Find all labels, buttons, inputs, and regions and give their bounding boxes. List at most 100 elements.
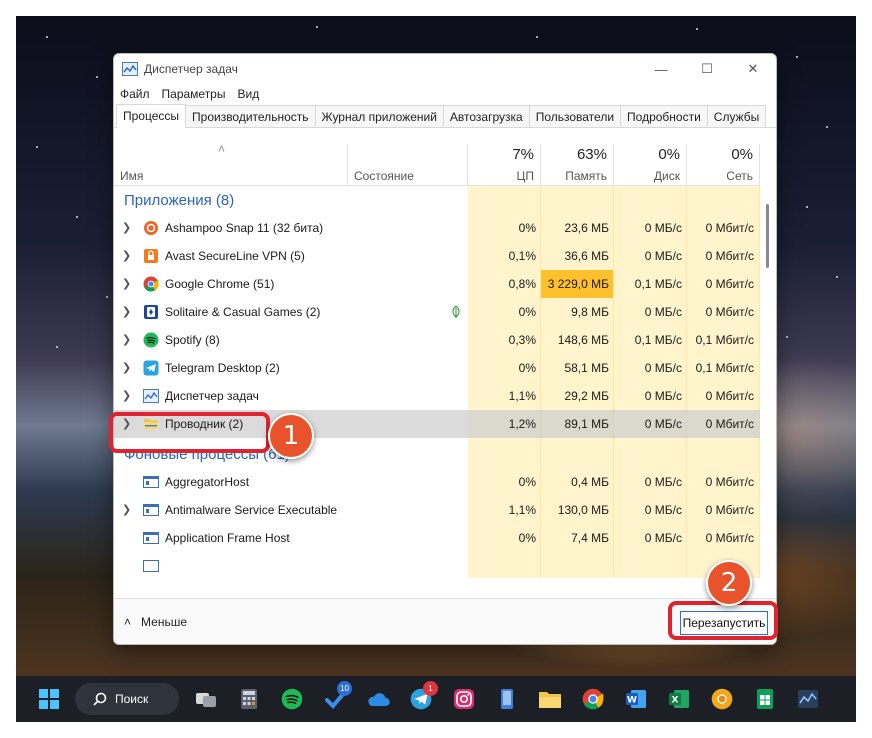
process-memory: 9,8 МБ [571, 305, 609, 319]
maximize-button[interactable]: ☐ [684, 54, 730, 84]
start-button[interactable] [32, 682, 66, 716]
chrome-taskbar-button[interactable] [576, 682, 610, 716]
memory-label: Память [565, 169, 607, 183]
title-bar[interactable]: Диспетчер задач — ☐ ✕ [114, 54, 776, 84]
task-manager-icon [143, 389, 159, 403]
process-row[interactable]: ❯ Google Chrome (51) 0,8% 3 229,0 МБ 0,1… [114, 270, 760, 298]
onedrive-button[interactable] [361, 682, 395, 716]
process-row[interactable]: AggregatorHost 0% 0,4 МБ 0 МБ/с 0 Мбит/с [114, 468, 760, 496]
disk-label: Диск [653, 169, 680, 183]
process-row[interactable]: ❯ Ashampoo Snap 11 (32 бита) 0% 23,6 МБ … [114, 214, 760, 242]
process-row[interactable]: ❯ Avast SecureLine VPN (5) 0,1% 36,6 МБ … [114, 242, 760, 270]
highlight-restart-button [668, 601, 778, 640]
efficiency-mode-leaf-icon [451, 305, 461, 322]
telegram-taskbar-button[interactable]: 1 [404, 681, 438, 716]
calculator-button[interactable] [232, 682, 266, 716]
group-title-apps: Приложения (8) [124, 192, 235, 209]
phone-link-button[interactable] [490, 682, 524, 716]
scrollbar-thumb[interactable] [766, 204, 769, 268]
process-memory: 130,0 МБ [557, 503, 609, 517]
taskbar: Поиск 10 1 W X [16, 676, 856, 722]
tab-services[interactable]: Службы [706, 105, 767, 127]
sheets-button[interactable] [748, 682, 782, 716]
process-network: 0 Мбит/с [705, 277, 754, 291]
column-header-name[interactable]: ˄ Имя [114, 142, 348, 186]
column-header-status[interactable]: Состояние [348, 144, 468, 186]
word-button[interactable]: W [619, 682, 653, 716]
column-header-network[interactable]: 0% Сеть [687, 144, 760, 186]
tab-users[interactable]: Пользователи [528, 105, 622, 127]
menu-view[interactable]: Вид [237, 87, 259, 101]
process-row-partial[interactable] [114, 552, 760, 578]
process-row[interactable]: ❯ Диспетчер задач 1,1% 29,2 МБ 0 МБ/с 0 … [114, 382, 760, 410]
process-cpu: 0% [518, 221, 536, 235]
folder-icon [539, 692, 561, 708]
chrome-canary-button[interactable] [705, 682, 739, 716]
expand-chevron-icon[interactable]: ❯ [122, 249, 131, 262]
tab-app-history[interactable]: Журнал приложений [314, 105, 444, 127]
menu-file[interactable]: Файл [120, 87, 150, 101]
menu-bar: Файл Параметры Вид [114, 84, 776, 104]
task-manager-icon [798, 690, 818, 708]
expand-chevron-icon[interactable]: ❯ [122, 361, 131, 374]
task-view-icon [196, 693, 216, 707]
search-icon [93, 692, 107, 706]
process-row[interactable]: ❯ Telegram Desktop (2) 0% 58,1 МБ 0 МБ/с… [114, 354, 760, 382]
tab-startup[interactable]: Автозагрузка [442, 105, 530, 127]
task-view-button[interactable] [189, 682, 223, 716]
process-memory: 23,6 МБ [564, 221, 609, 235]
column-header-disk[interactable]: 0% Диск [614, 144, 687, 186]
todo-button[interactable]: 10 [318, 681, 352, 716]
expand-chevron-icon[interactable]: ❯ [122, 503, 131, 516]
column-status-label: Состояние [354, 169, 414, 183]
close-button[interactable]: ✕ [730, 54, 776, 84]
process-cpu: 1,1% [508, 389, 536, 403]
cpu-total: 7% [512, 146, 534, 163]
minimize-button[interactable]: — [638, 54, 684, 84]
process-cpu: 0% [518, 305, 536, 319]
expand-chevron-icon[interactable]: ❯ [122, 277, 131, 290]
taskbar-search[interactable]: Поиск [75, 683, 179, 715]
expand-chevron-icon[interactable]: ❯ [122, 305, 131, 318]
file-explorer-button[interactable] [533, 682, 567, 716]
task-manager-taskbar-button[interactable] [791, 682, 825, 716]
expand-chevron-icon[interactable]: ❯ [122, 333, 131, 346]
process-network: 0 Мбит/с [705, 417, 754, 431]
spotify-taskbar-button[interactable] [275, 682, 309, 716]
expand-chevron-icon[interactable]: ❯ [122, 389, 131, 402]
menu-options[interactable]: Параметры [162, 87, 226, 101]
window-title: Диспетчер задач [144, 62, 238, 76]
group-header-apps: Приложения (8) [114, 186, 760, 214]
process-disk: 0 МБ/с [644, 531, 682, 545]
process-row[interactable]: Application Frame Host 0% 7,4 МБ 0 МБ/с … [114, 524, 760, 552]
vertical-scrollbar[interactable] [762, 186, 774, 578]
process-disk: 0 МБ/с [644, 249, 682, 263]
tab-details[interactable]: Подробности [620, 105, 708, 127]
process-disk: 0 МБ/с [644, 475, 682, 489]
process-cpu: 1,1% [508, 503, 536, 517]
column-header-memory[interactable]: 63% Память [541, 144, 614, 186]
process-network: 0 Мбит/с [705, 503, 754, 517]
process-cpu: 0% [518, 361, 536, 375]
tab-processes[interactable]: Процессы [116, 104, 187, 128]
process-name: Antimalware Service Executable [165, 503, 338, 517]
process-row[interactable]: ❯ Solitaire & Casual Games (2) 0% 9,8 МБ… [114, 298, 760, 326]
chevron-up-icon: ˄ [124, 615, 132, 629]
cpu-label: ЦП [516, 169, 534, 183]
process-row[interactable]: ❯ Antimalware Service Executable 1,1% 13… [114, 496, 760, 524]
chrome-canary-icon [711, 688, 733, 710]
fewer-details-button[interactable]: ˄ Меньше [124, 615, 187, 629]
excel-button[interactable]: X [662, 682, 696, 716]
process-row[interactable]: ❯ Spotify (8) 0,3% 148,6 МБ 0,1 МБ/с 0,1… [114, 326, 760, 354]
expand-chevron-icon[interactable]: ❯ [122, 221, 131, 234]
process-memory: 89,1 МБ [564, 417, 609, 431]
instagram-button[interactable] [447, 682, 481, 716]
tab-performance[interactable]: Производительность [185, 105, 316, 127]
process-name: Solitaire & Casual Games (2) [165, 305, 321, 319]
phone-icon [501, 689, 513, 709]
todo-badge: 10 [337, 681, 352, 696]
column-header-cpu[interactable]: 7% ЦП [468, 144, 541, 186]
highlight-explorer-row [109, 412, 270, 453]
process-memory: 29,2 МБ [564, 389, 609, 403]
process-memory: 0,4 МБ [571, 475, 609, 489]
